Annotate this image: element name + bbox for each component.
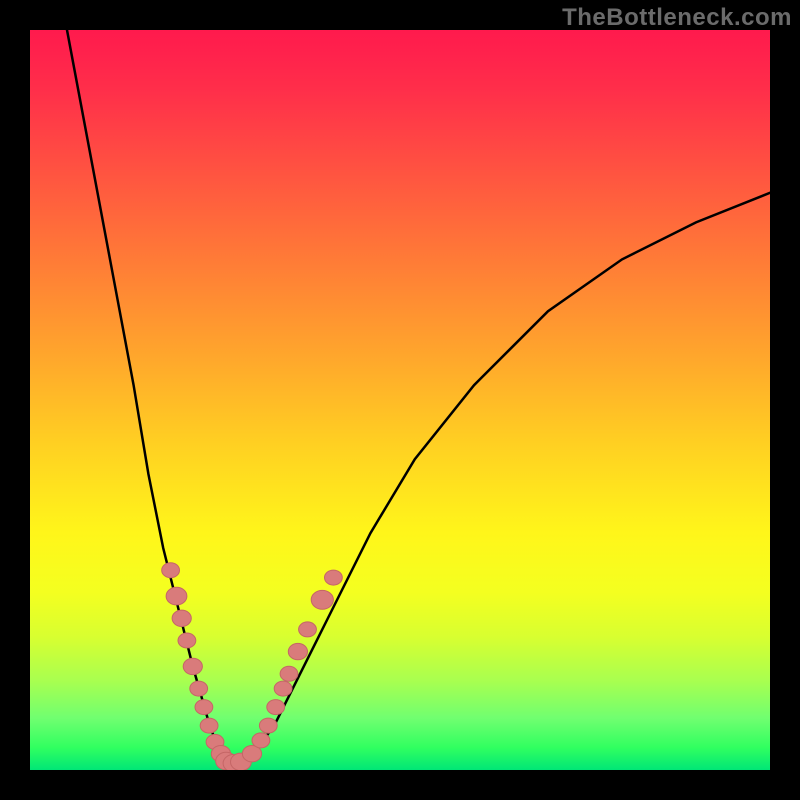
chart-plot-area (30, 30, 770, 770)
data-marker (311, 590, 333, 609)
chart-frame: TheBottleneck.com (0, 0, 800, 800)
data-marker (178, 633, 196, 648)
data-marker (280, 666, 298, 681)
curve-right-curve (230, 193, 770, 763)
data-marker (183, 658, 202, 674)
data-marker (195, 700, 213, 715)
data-marker (288, 643, 307, 659)
data-marker (325, 570, 343, 585)
marker-layer (162, 563, 343, 770)
curve-left-curve (67, 30, 230, 763)
data-marker (166, 587, 187, 605)
data-marker (200, 718, 218, 733)
data-marker (162, 563, 180, 578)
data-marker (252, 733, 270, 748)
data-marker (172, 610, 191, 626)
curve-layer (67, 30, 770, 763)
data-marker (267, 700, 285, 715)
data-marker (259, 718, 277, 733)
data-marker (299, 622, 317, 637)
data-marker (274, 681, 292, 696)
watermark-text: TheBottleneck.com (562, 4, 792, 32)
data-marker (190, 681, 208, 696)
